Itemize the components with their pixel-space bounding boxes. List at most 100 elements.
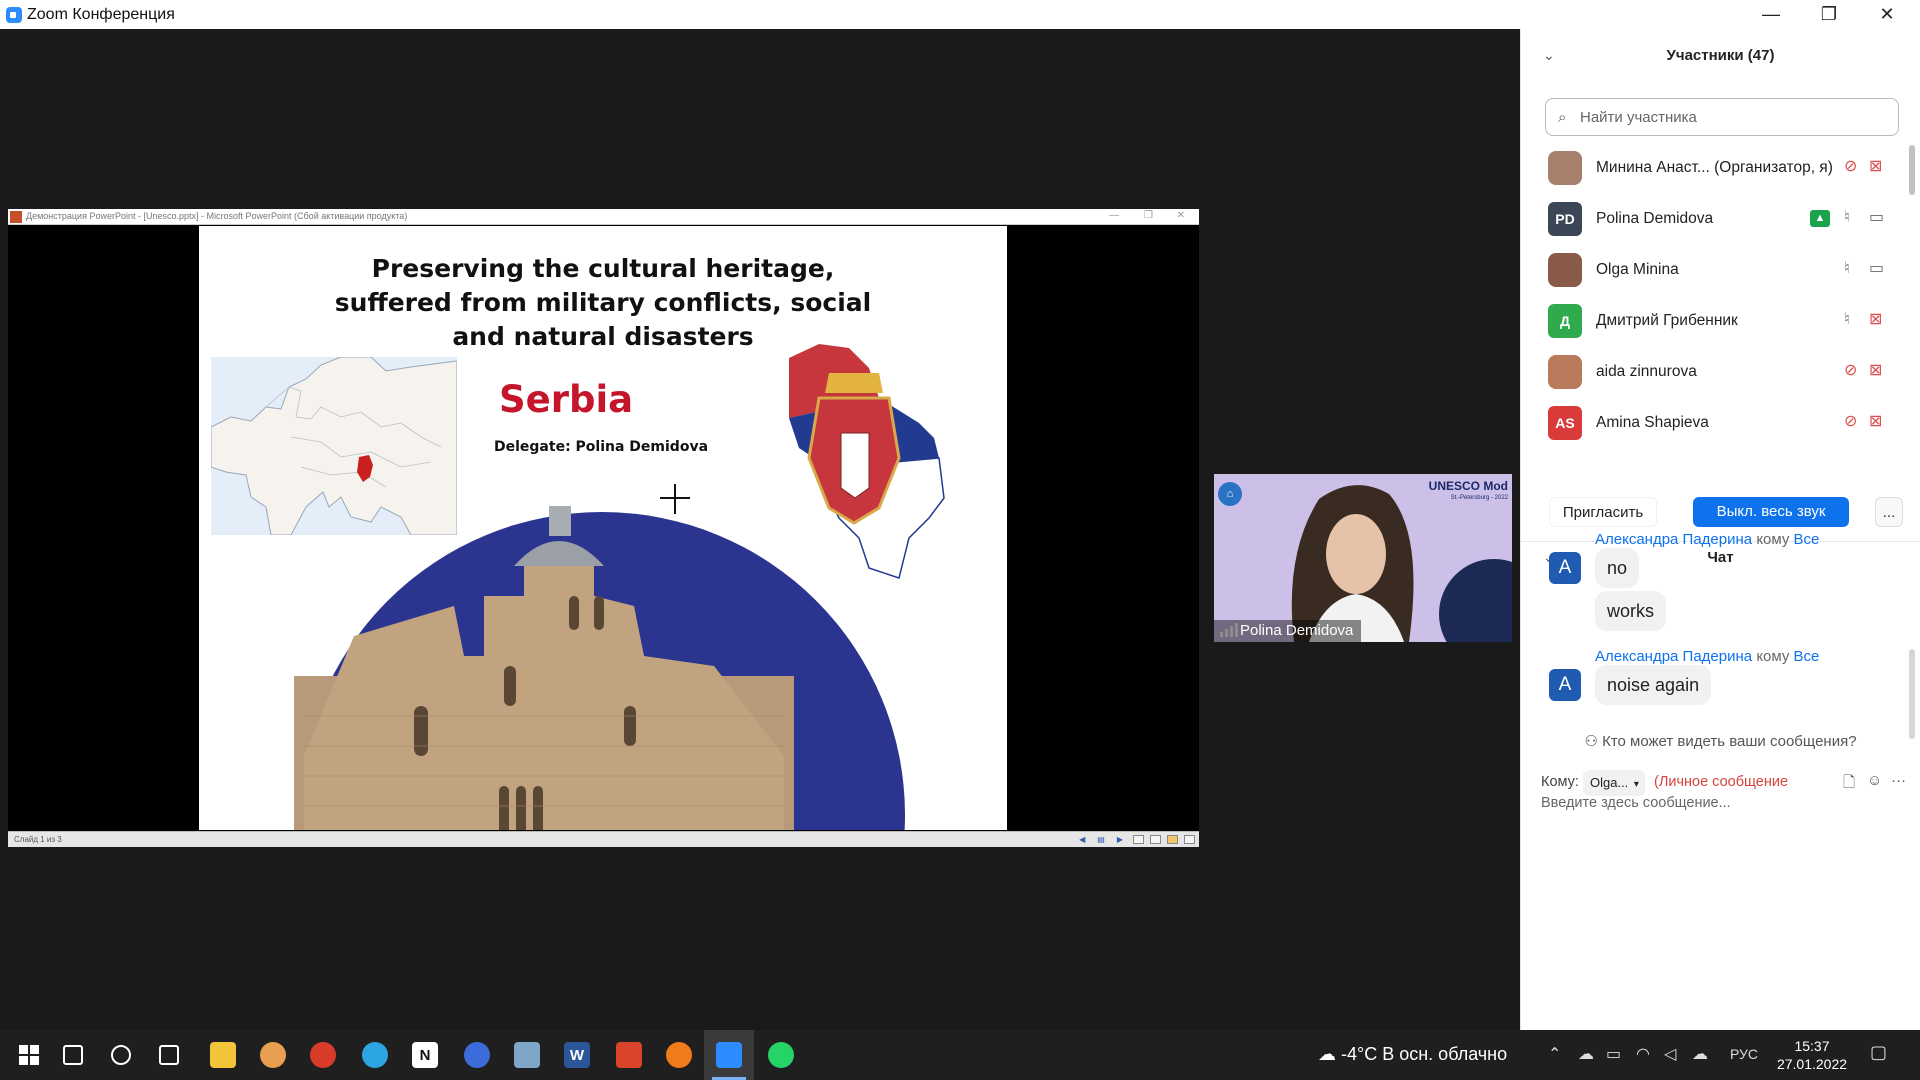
battery-icon[interactable]: ▭ [1606,1044,1621,1064]
word-taskbar-button[interactable]: W [552,1030,602,1080]
mic-muted-icon[interactable]: ⊘ [1844,360,1857,380]
chat-recipient[interactable]: Все [1794,648,1820,665]
normal-view-icon[interactable] [1133,835,1144,844]
participant-list-scrollbar[interactable] [1909,145,1915,195]
invite-button[interactable]: Пригласить [1549,497,1657,527]
clock[interactable]: 15:37 27.01.2022 [1772,1037,1852,1073]
task-view-taskbar-button[interactable] [144,1030,194,1080]
weather-widget[interactable]: ☁ -4°C В осн. облачно [1318,1044,1507,1065]
restore-button[interactable]: ❐ [1800,0,1858,29]
camera-icon[interactable]: ▭ [1869,207,1884,227]
chat-scrollbar[interactable] [1909,649,1915,739]
unesco-logo-icon: ⌂ [1218,482,1242,506]
zoom-taskbar-button[interactable] [704,1030,754,1080]
wifi-icon[interactable]: ◠ [1636,1044,1650,1064]
chat-sender[interactable]: Александра Падерина [1595,648,1752,665]
participant-avatar: PD [1548,202,1582,236]
slideshow-view-icon[interactable] [1184,835,1195,844]
shared-screen-powerpoint[interactable]: Демонстрация PowerPoint - [Unesco.pptx] … [8,209,1199,847]
avast-taskbar-button[interactable] [654,1030,704,1080]
recipient-value: Olga... [1590,775,1629,790]
language-indicator[interactable]: РУС [1730,1046,1758,1062]
telegram-taskbar-button[interactable] [350,1030,400,1080]
participant-row[interactable]: PD Polina Demidova ▲ ♮ ▭ [1521,194,1901,245]
onedrive-icon[interactable]: ☁ [1692,1044,1708,1064]
photo-app-taskbar-button[interactable] [502,1030,552,1080]
notion-taskbar-button[interactable]: N [400,1030,450,1080]
window-title: Zoom Конференция [27,6,175,23]
mute-all-button[interactable]: Выкл. весь звук [1693,497,1849,527]
close-button[interactable]: ✕ [1858,0,1916,29]
orthodox-cross-icon [660,484,690,514]
participant-avatar: Д [1548,304,1582,338]
mic-icon[interactable]: ♮ [1844,309,1850,329]
mic-muted-icon[interactable]: ⊘ [1844,156,1857,176]
participant-name: Amina Shapieva [1596,414,1709,431]
sorter-view-icon[interactable] [1150,835,1161,844]
prev-slide-icon[interactable]: ◀ [1079,835,1085,844]
participant-video-tile[interactable]: ⌂ UNESCO Mod St.-Petersburg - 2022 Polin… [1214,474,1512,642]
slide-menu-icon[interactable]: ▤ [1097,835,1105,844]
participant-name: aida zinnurova [1596,363,1697,380]
chat-message-input[interactable] [1541,791,1901,815]
notifications-icon[interactable]: ▢ [1870,1042,1887,1063]
cortana-taskbar-button[interactable] [96,1030,146,1080]
cloud-tray-icon[interactable]: ☁ [1578,1044,1594,1064]
volume-icon[interactable]: ◁ [1664,1044,1676,1064]
mic-icon[interactable]: ♮ [1844,207,1850,227]
file-explorer-taskbar-button[interactable] [198,1030,248,1080]
participant-row[interactable]: aida zinnurova ⊘ ⊠ [1521,347,1901,398]
mic-muted-icon[interactable]: ⊘ [1844,411,1857,431]
chat-to-word: кому [1756,531,1790,548]
participant-photo [1548,253,1582,287]
next-slide-icon[interactable]: ▶ [1117,835,1123,844]
chrome-taskbar-button[interactable] [298,1030,348,1080]
tray-expand-icon[interactable]: ⌃ [1548,1044,1561,1064]
person-lock-icon: ⚇ [1584,733,1603,750]
participant-row[interactable]: Д Дмитрий Грибенник ♮ ⊠ [1521,296,1901,347]
reading-view-icon[interactable] [1167,835,1178,844]
whatsapp-taskbar-button[interactable] [756,1030,806,1080]
ppt-restore-icon: ❐ [1144,210,1153,221]
windows-start-icon [16,1042,42,1068]
ccleaner-taskbar-button[interactable] [604,1030,654,1080]
participant-search-input[interactable] [1580,107,1880,127]
who-can-see-link[interactable]: ⚇ Кто может видеть ваши сообщения? [1521,732,1920,750]
slide-nav[interactable]: ◀ ▤ ▶ [1079,835,1123,844]
ppt-close-icon: ✕ [1176,210,1185,221]
more-options-button[interactable]: ... [1875,497,1903,527]
camera-icon[interactable]: ▭ [1869,258,1884,278]
zoom-app-icon [6,7,22,23]
participant-row[interactable]: Olga Minina ♮ ▭ [1521,245,1901,296]
emoji-icon[interactable]: ☺ [1867,772,1882,789]
camera-off-icon[interactable]: ⊠ [1869,360,1882,380]
participant-search[interactable]: ⌕ [1545,98,1899,136]
search-icon [63,1045,83,1065]
search-taskbar-button[interactable] [48,1030,98,1080]
chat-avatar: A [1549,669,1581,701]
participant-name: Минина Анаст... (Организатор, я) [1596,159,1833,176]
minimize-button[interactable]: — [1742,0,1800,29]
mic-icon[interactable]: ♮ [1844,258,1850,278]
more-icon[interactable]: ··· [1891,772,1906,789]
camera-off-icon[interactable]: ⊠ [1869,411,1882,431]
cortana-icon [111,1045,131,1065]
windows-start-taskbar-button[interactable] [4,1030,54,1080]
slide: Preserving the cultural heritage, suffer… [199,226,1007,830]
chat-sender[interactable]: Александра Падерина [1595,531,1752,548]
camera-off-icon[interactable]: ⊠ [1869,309,1882,329]
view-buttons[interactable] [1133,835,1195,844]
app-label: N [419,1046,431,1064]
participant-name: Polina Demidova [1596,210,1714,227]
chat-to-word: кому [1756,648,1790,665]
participant-row[interactable]: AS Amina Shapieva ⊘ ⊠ [1521,398,1901,449]
participants-header: Участники (47) [1666,47,1775,64]
side-panel: ⌄ Участники (47) ⌕ Минина Анаст... (Орга… [1520,29,1920,1030]
word-icon: W [564,1042,590,1068]
browser-taskbar-button[interactable] [248,1030,298,1080]
camera-off-icon[interactable]: ⊠ [1869,156,1882,176]
title-bar: Zoom Конференция — ❐ ✕ [0,0,1920,29]
participant-row[interactable]: Минина Анаст... (Организатор, я) ⊘ ⊠ [1521,143,1901,194]
chat-recipient[interactable]: Все [1794,531,1820,548]
tasks-taskbar-button[interactable] [452,1030,502,1080]
